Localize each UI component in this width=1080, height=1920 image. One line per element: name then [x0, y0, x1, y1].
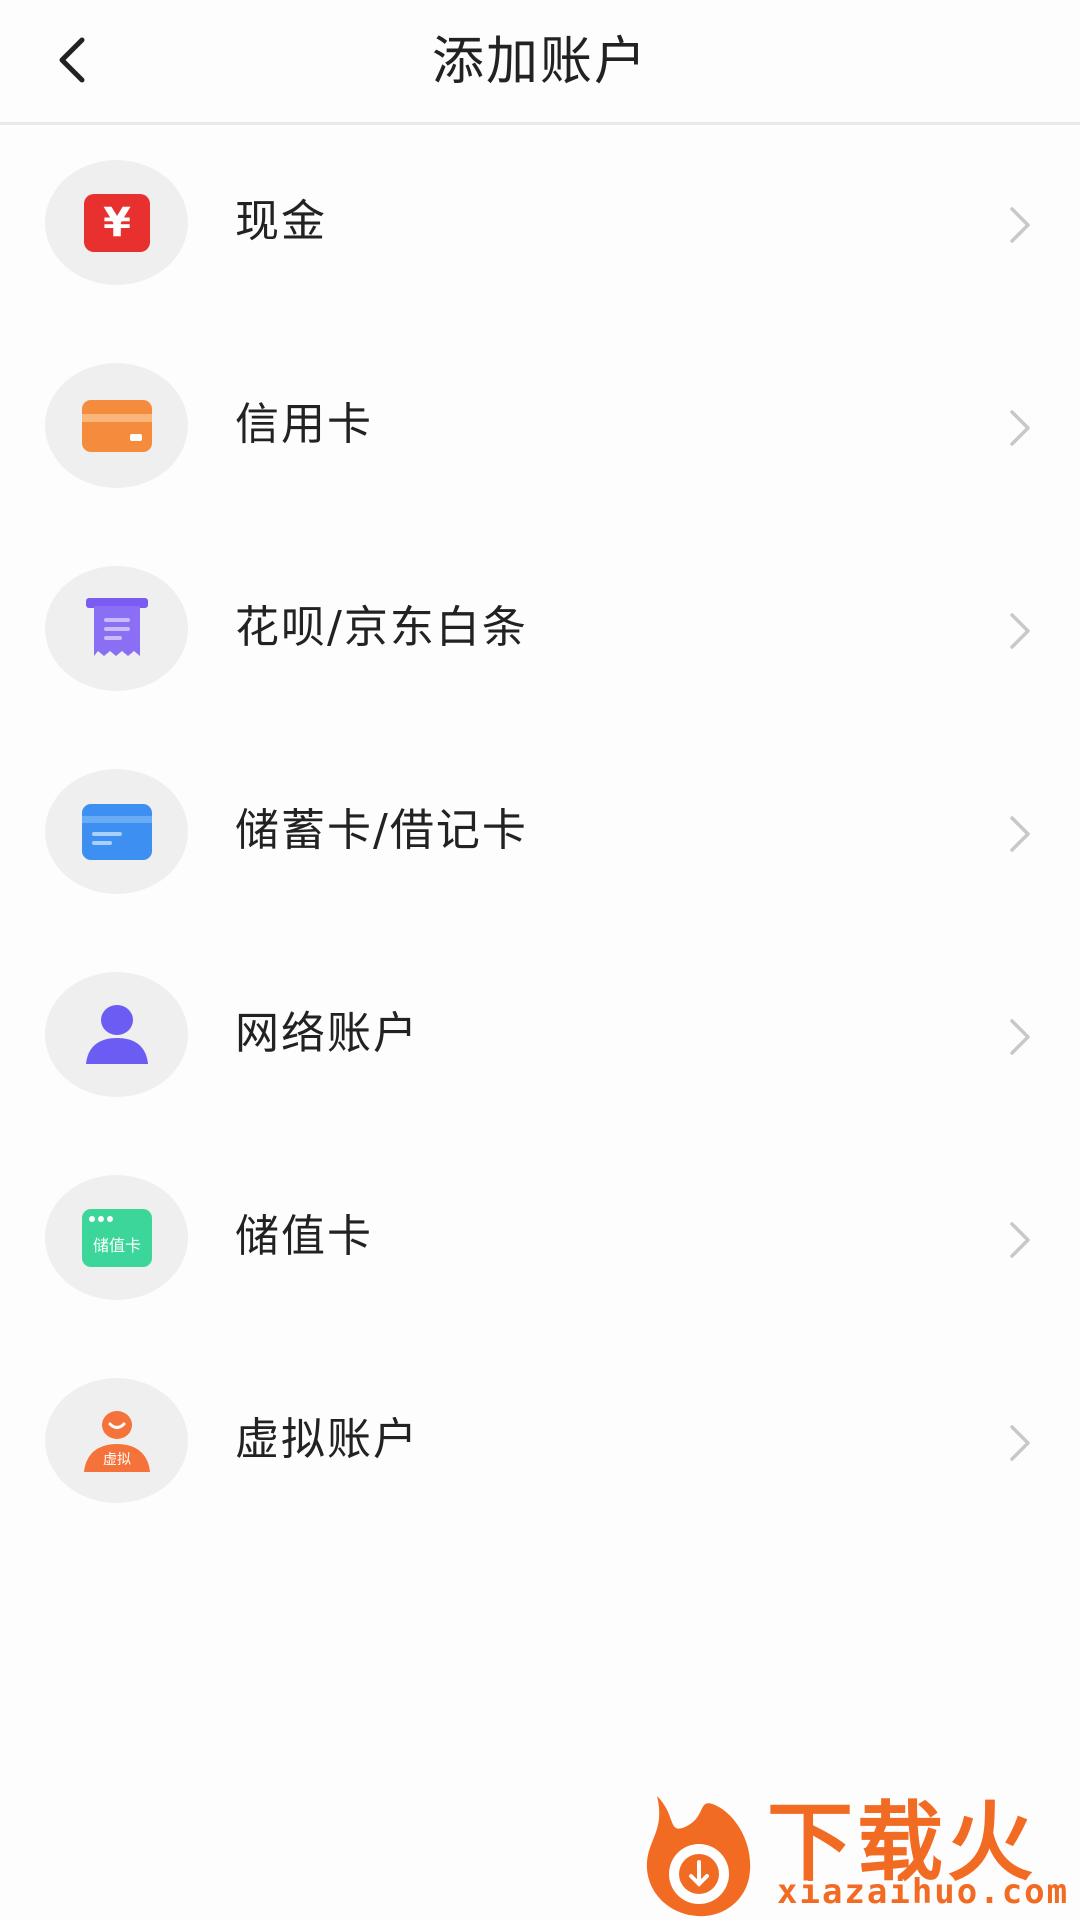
virtual-user-icon: 虚拟	[83, 1410, 150, 1472]
top-bar: 添加账户	[0, 0, 1080, 125]
icon-badge: ¥	[45, 160, 188, 285]
cash-icon: ¥	[83, 193, 150, 252]
icon-badge	[45, 566, 188, 691]
account-item-network[interactable]: 网络账户	[0, 937, 1080, 1140]
debit-card-icon	[81, 803, 152, 860]
user-icon	[85, 1004, 148, 1064]
account-item-stored-value-card[interactable]: 储值卡 储值卡	[0, 1140, 1080, 1343]
chevron-right-icon	[1010, 1425, 1030, 1461]
account-type-list: ¥ 现金 信用卡 花呗/京东白条 储蓄卡/借记卡 网络账户 储值卡 储值卡 虚拟…	[0, 125, 1080, 1546]
chevron-right-icon	[1010, 613, 1030, 649]
icon-badge: 储值卡	[45, 1175, 188, 1300]
account-item-virtual[interactable]: 虚拟 虚拟账户	[0, 1343, 1080, 1546]
watermark-url: xiazaihuo.com	[777, 1872, 1070, 1912]
chevron-right-icon	[1010, 816, 1030, 852]
chevron-right-icon	[1010, 207, 1030, 243]
receipt-icon	[85, 597, 148, 656]
flame-logo-icon	[646, 1796, 751, 1917]
account-item-cash[interactable]: ¥ 现金	[0, 125, 1080, 328]
stored-value-card-icon: 储值卡	[81, 1208, 152, 1267]
watermark: 下载火 xiazaihuo.com	[637, 1772, 1077, 1920]
account-item-label: 虚拟账户	[235, 1414, 419, 1465]
chevron-right-icon	[1010, 410, 1030, 446]
virtual-icon-text: 虚拟	[103, 1452, 131, 1468]
stored-value-icon-text: 储值卡	[92, 1236, 140, 1255]
account-item-debit-card[interactable]: 储蓄卡/借记卡	[0, 734, 1080, 937]
account-item-label: 储蓄卡/借记卡	[235, 805, 528, 856]
account-item-label: 花呗/京东白条	[235, 602, 528, 653]
icon-badge	[45, 363, 188, 488]
icon-badge	[45, 769, 188, 894]
account-item-credit-card[interactable]: 信用卡	[0, 328, 1080, 531]
account-item-huabei-baitiao[interactable]: 花呗/京东白条	[0, 531, 1080, 734]
svg-text:¥: ¥	[103, 200, 131, 246]
icon-badge: 虚拟	[45, 1378, 188, 1503]
account-item-label: 现金	[235, 196, 327, 247]
credit-card-icon	[81, 399, 152, 452]
icon-badge	[45, 972, 188, 1097]
account-item-label: 网络账户	[235, 1008, 419, 1059]
account-item-label: 信用卡	[235, 399, 373, 450]
page-title: 添加账户	[431, 32, 648, 92]
account-item-label: 储值卡	[235, 1211, 373, 1262]
chevron-right-icon	[1010, 1222, 1030, 1258]
chevron-right-icon	[1010, 1019, 1030, 1055]
